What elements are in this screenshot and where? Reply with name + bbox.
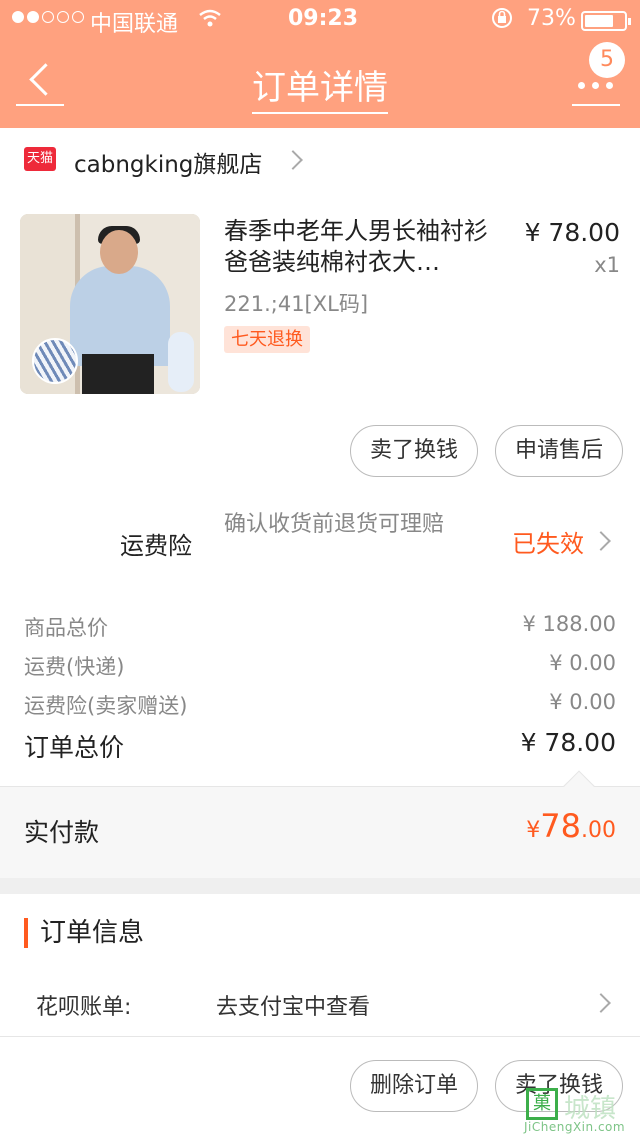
shipping-label: 运费(快递) (24, 655, 125, 679)
insurance-fee-row: 运费险(卖家赠送) ¥ 0.00 (24, 690, 616, 720)
shipping-row: 运费(快递) ¥ 0.00 (24, 651, 616, 681)
actual-payment-box: 实付款 ¥78.00 (0, 770, 640, 878)
order-total-label: 订单总价 (24, 733, 125, 762)
shop-name: cabngking旗舰店 (74, 152, 263, 178)
insurance-description: 确认收货前退货可理赔 (224, 512, 445, 537)
rotation-lock-icon (490, 6, 514, 36)
order-info-title: 订单信息 (24, 918, 144, 948)
watermark-logo: 菓 城镇 JiChengXin.com (516, 1084, 640, 1136)
shop-row[interactable]: 天猫 cabngking旗舰店 (0, 130, 640, 190)
order-total-row: 订单总价 ¥ 78.00 (24, 728, 616, 764)
product-title[interactable]: 春季中老年人男长袖衬衫爸爸装纯棉衬衣大… (224, 216, 494, 278)
product-quantity: x1 (594, 253, 620, 277)
actual-payment-label: 实付款 (24, 818, 100, 847)
insurance-status[interactable]: 已失效 (512, 524, 584, 559)
huabei-value[interactable]: 去支付宝中查看 (216, 989, 370, 1021)
product-price: ¥ 78.00 (524, 218, 620, 247)
carrier-name: 中国联通 (90, 12, 179, 37)
page-title: 订单详情 (0, 60, 640, 114)
section-gap (0, 878, 640, 894)
sell-item-button[interactable]: 卖了换钱 (350, 425, 478, 477)
status-bar: 中国联通 09:23 73% (0, 0, 640, 40)
insurance-fee-value: ¥ 0.00 (549, 690, 616, 714)
tmall-logo-icon: 天猫 (24, 147, 56, 171)
insurance-fee-label: 运费险(卖家赠送) (24, 694, 188, 718)
battery-icon (581, 11, 631, 31)
signal-icon (12, 11, 84, 23)
chevron-right-icon (591, 993, 611, 1013)
order-total-value: ¥ 78.00 (520, 728, 616, 757)
message-count-badge: 5 (589, 42, 625, 78)
shipping-value: ¥ 0.00 (549, 651, 616, 675)
goods-total-value: ¥ 188.00 (522, 612, 616, 636)
goods-total-row: 商品总价 ¥ 188.00 (24, 612, 616, 642)
actual-payment-value: ¥78.00 (526, 807, 616, 845)
insurance-label: 运费险 (120, 532, 192, 560)
return-policy-tag: 七天退换 (224, 326, 310, 353)
after-sale-button[interactable]: 申请售后 (495, 425, 623, 477)
header-bar: 中国联通 09:23 73% 订单详情 5 (0, 0, 640, 128)
wifi-icon (198, 8, 222, 34)
delete-order-button[interactable]: 删除订单 (350, 1060, 478, 1112)
battery-percent: 73% (527, 6, 576, 31)
product-sku: 221.;41[XL码] (224, 292, 369, 316)
chevron-right-icon (591, 531, 611, 551)
product-thumbnail[interactable] (20, 214, 200, 394)
goods-total-label: 商品总价 (24, 616, 108, 640)
huabei-label: 花呗账单: (36, 995, 132, 1020)
chevron-right-icon (283, 150, 303, 170)
status-time: 09:23 (288, 6, 359, 31)
divider (0, 1036, 640, 1037)
